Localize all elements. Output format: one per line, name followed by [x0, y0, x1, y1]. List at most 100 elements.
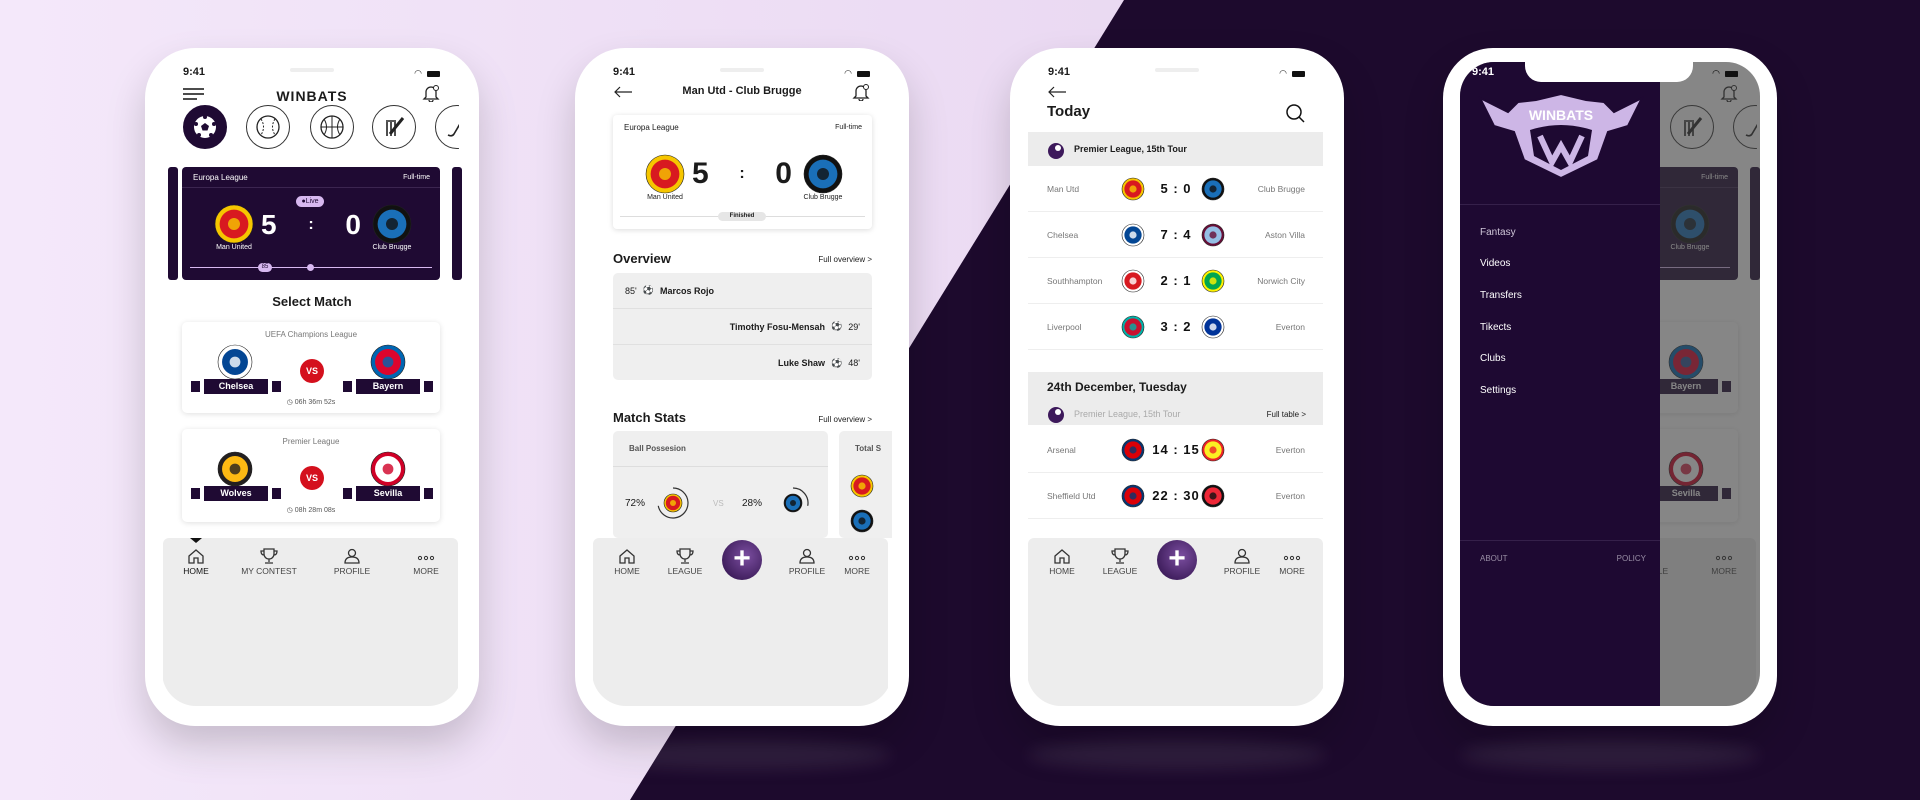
sport-baseball[interactable] [246, 105, 290, 149]
nav-my-contest[interactable]: MY CONTEST [234, 548, 304, 576]
bottom-nav: HOME MY CONTEST PROFILE MORE [163, 538, 458, 706]
league-name: UEFA Champions League [264, 330, 358, 339]
add-button[interactable]: + [1157, 540, 1197, 580]
home-crest [1121, 223, 1145, 249]
match-card[interactable]: Premier League Wolves Sevilla VS ◷ 08h 2… [182, 429, 440, 522]
active-indicator [190, 538, 202, 543]
search-button[interactable] [1285, 103, 1305, 128]
drawer-item-fantasy[interactable]: Fantasy [1480, 227, 1516, 238]
battery-icon [1292, 70, 1305, 77]
drawer-item-clubs[interactable]: Clubs [1480, 353, 1506, 364]
league-name: Premier League [282, 437, 340, 446]
goal-icon: ⚽ [831, 357, 843, 368]
status-time: 9:41 [613, 66, 636, 78]
logo-text: WINBATS [1529, 107, 1593, 123]
live-match-card[interactable]: Europa League Full-time ●Live 5: 0 Man Un… [182, 167, 440, 280]
drawer-item-videos[interactable]: Videos [1480, 258, 1510, 269]
nav-more[interactable]: MORE [822, 548, 892, 576]
status-time: 9:41 [1048, 66, 1071, 78]
away-crest [1201, 223, 1225, 249]
user-icon [799, 548, 815, 564]
home-team-name: Man United [216, 244, 252, 251]
notification-button[interactable] [852, 83, 870, 106]
clock-icon: ◷ [286, 507, 293, 514]
stat-label: Ball Possesion [629, 444, 686, 453]
home-screen: 9:41 ◠ WINBATS Europa League Full-time ●… [162, 62, 462, 706]
home-team-ribbon: Chelsea [191, 379, 281, 394]
match-detail-screen: 9:41 ◠ Man Utd - Club Brugge Europa Leag… [592, 62, 892, 706]
nav-home[interactable]: HOME [162, 548, 231, 576]
drawer-item-tickets[interactable]: Tikects [1480, 322, 1511, 333]
score: 22 : 30 [1152, 488, 1200, 503]
home-team: Arsenal [1047, 445, 1076, 455]
away-team: Everton [1275, 445, 1305, 455]
about-link[interactable]: ABOUT [1480, 554, 1508, 563]
sport-basketball[interactable] [310, 105, 354, 149]
nav-more[interactable]: MORE [1257, 548, 1327, 576]
basketball-icon [320, 115, 344, 139]
drawer-item-settings[interactable]: Settings [1480, 385, 1516, 396]
sport-soccer[interactable] [183, 105, 227, 149]
match-row[interactable]: Southhampton 2 : 1 Norwich City [1028, 258, 1323, 304]
nav-league[interactable]: LEAGUE [650, 548, 720, 576]
bell-icon [852, 84, 870, 102]
match-row[interactable]: Chelsea 7 : 4 Aston Villa [1028, 212, 1323, 258]
phone-home: 9:41 ◠ WINBATS Europa League Full-time ●… [145, 48, 479, 726]
score: 5: 0 [692, 157, 792, 191]
away-team-name: Club Brugge [803, 194, 843, 201]
away-team-ribbon: Bayern [343, 379, 433, 394]
event-row: Luke Shaw ⚽ 48' [613, 345, 872, 380]
clock-icon: ◷ [286, 399, 293, 406]
nav-more[interactable]: MORE [391, 548, 461, 576]
league-name: Europa League [193, 173, 248, 182]
score: 5: 0 [261, 209, 361, 241]
policy-link[interactable]: POLICY [1617, 554, 1646, 563]
bottom-nav: HOME LEAGUE + PROFILE MORE [1028, 538, 1323, 706]
back-button[interactable] [1047, 85, 1067, 103]
sport-selector [162, 62, 459, 162]
trophy-icon [676, 548, 694, 564]
vs-badge: VS [300, 466, 324, 490]
next-match-card[interactable] [452, 167, 462, 280]
status-icons: ◠ [844, 68, 870, 79]
prev-match-card[interactable] [168, 167, 178, 280]
away-team: Everton [1275, 491, 1305, 501]
home-icon [188, 549, 204, 564]
match-row[interactable]: Arsenal 14 : 15 Everton [1028, 427, 1323, 473]
date-title: 24th December, Tuesday [1047, 380, 1187, 394]
nav-label: LEAGUE [1102, 566, 1138, 576]
league-title: Premier League, 15th Tour [1074, 144, 1187, 154]
home-crest [1121, 438, 1145, 464]
league-header: Premier League, 15th Tour [1028, 132, 1323, 166]
score-separator: : [308, 216, 314, 233]
full-overview-link[interactable]: Full overview > [818, 255, 872, 264]
match-row[interactable]: Man Utd 5 : 0 Club Brugge [1028, 166, 1323, 212]
match-row[interactable]: Sheffield Utd 22 : 30 Everton [1028, 473, 1323, 519]
possession-card[interactable]: Ball Possesion 72% VS 28% [613, 431, 828, 538]
home-icon [1054, 549, 1070, 564]
sport-cricket[interactable] [372, 105, 416, 149]
home-crest [850, 474, 874, 503]
home-team: Southhampton [1047, 276, 1103, 286]
full-table-link[interactable]: Full table > [1267, 410, 1306, 419]
away-crest [1201, 484, 1225, 510]
match-row[interactable]: Liverpool 3 : 2 Everton [1028, 304, 1323, 350]
away-crest [1201, 269, 1225, 295]
trophy-icon [260, 548, 278, 564]
nav-league[interactable]: LEAGUE [1085, 548, 1155, 576]
match-card[interactable]: UEFA Champions League Chelsea Bayern VS … [182, 322, 440, 413]
side-drawer: 9:41 WINBATS Fantasy Videos Transfers Ti… [1460, 62, 1660, 706]
full-stats-link[interactable]: Full overview > [818, 415, 872, 424]
sport-hockey[interactable] [435, 105, 459, 149]
drawer-item-transfers[interactable]: Transfers [1480, 290, 1522, 301]
shots-card[interactable]: Total S [839, 431, 892, 538]
nav-label: PROFILE [333, 566, 371, 576]
overview-title: Overview [613, 251, 671, 266]
away-crest [850, 509, 874, 538]
wifi-icon: ◠ [1712, 68, 1720, 78]
add-button[interactable]: + [722, 540, 762, 580]
away-crest [372, 204, 412, 249]
away-team: Aston Villa [1264, 230, 1305, 240]
home-team-ribbon: Wolves [191, 486, 281, 501]
nav-profile[interactable]: PROFILE [317, 548, 387, 576]
